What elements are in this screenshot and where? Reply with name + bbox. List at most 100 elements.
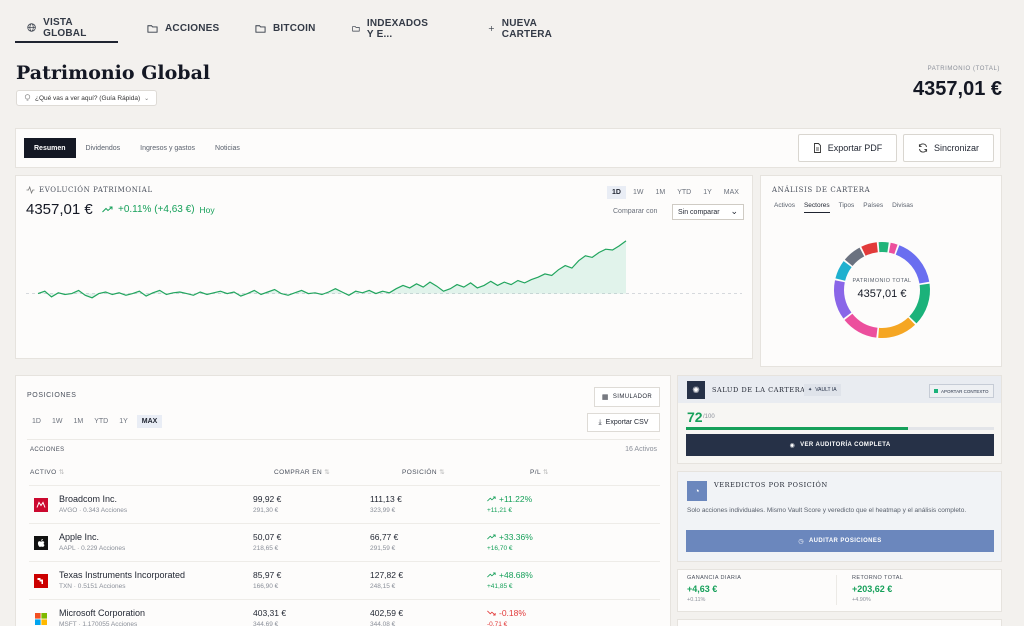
position-value: 66,77 € [370,532,399,542]
buy-price: 403,31 € [253,608,287,618]
buy-price: 85,97 € [253,570,282,580]
lightbulb-icon [24,94,31,101]
sort-icon: ⇅ [58,469,65,476]
donut-segment[interactable] [878,317,916,338]
pl-percent: +48.68% [487,570,533,580]
verdicts-card: ◔ VEREDICTOS POR POSICIÓN Solo acciones … [677,471,1002,562]
export-pdf-button[interactable]: Exportar PDF [798,134,897,162]
quick-guide-dropdown[interactable]: ¿Qué vas a ver aquí? (Guía Rápida) ⌄ [16,90,158,106]
add-context-label: APORTAR CONTEXTO [941,388,989,394]
divider [836,575,837,605]
pl-percent: -0.18% [487,608,526,618]
simulator-button[interactable]: ▦ SIMULADOR [594,387,660,407]
export-csv-button[interactable]: ⤓ Exportar CSV [587,413,660,432]
position-value: 402,59 € [370,608,404,618]
donut-segment[interactable] [878,242,889,253]
pl-amount: +16,70 € [487,545,513,552]
range-1d[interactable]: 1D [607,186,626,199]
sync-button[interactable]: Sincronizar [903,134,994,162]
column-pl[interactable]: P/L ⇅ [530,468,549,476]
asset-name: Broadcom Inc. [59,494,118,504]
tab-divisas[interactable]: Divisas [892,202,913,213]
health-title: SALUD DE LA CARTERA [712,386,806,394]
portfolio-tabs: VISTA GLOBAL ACCIONES BITCOIN INDEXADOS … [15,14,552,43]
donut-segment[interactable] [844,313,878,338]
health-score-track [686,427,994,430]
tab-acciones[interactable]: ACCIONES [135,14,231,43]
verdicts-title: VEREDICTOS POR POSICIÓN [714,481,828,489]
positions-title: POSICIONES [27,392,77,399]
total-return-label: RETORNO TOTAL [852,575,904,581]
range-ytd[interactable]: YTD [670,186,696,199]
tab-label: VISTA GLOBAL [43,16,87,39]
trend-icon [487,494,496,504]
document-icon [813,143,821,153]
plus-icon [488,25,494,32]
table-row[interactable]: Microsoft Corporation MSFT · 1.170055 Acc… [29,599,660,626]
tab-sectores[interactable]: Sectores [803,202,830,213]
range-max[interactable]: MAX [136,415,163,428]
range-1y[interactable]: 1Y [696,186,717,199]
export-pdf-label: Exportar PDF [827,143,883,153]
trend-icon [487,532,496,542]
tab-activos[interactable]: Activos [774,202,795,213]
compare-select[interactable]: Sin comparar ⌄ [672,204,744,220]
donut-segment[interactable] [888,242,898,255]
page-title: Patrimonio Global [16,62,211,84]
full-audit-button[interactable]: ◉ VER AUDITORÍA COMPLETA [686,434,994,456]
daily-gain-value: +4,63 € [687,584,718,594]
tab-noticias[interactable]: Noticias [205,138,250,158]
table-row[interactable]: Apple Inc. AAPL · 0.229 Acciones 50,07 € 21… [29,523,660,561]
tab-tipos[interactable]: Tipos [839,202,855,213]
column-comprar-en[interactable]: COMPRAR EN ⇅ [274,468,330,476]
audit-positions-button[interactable]: ◷ AUDITAR POSICIONES [686,530,994,552]
daily-gain-label: GANANCIA DIARIA [687,575,742,581]
pl-percent-value: +33.36% [499,532,533,542]
range-1w[interactable]: 1W [46,415,68,428]
pl-amount: +11,21 € [487,507,513,514]
vault-icon: ✺ [687,381,705,399]
tab-ingresos-gastos[interactable]: Ingresos y gastos [130,138,205,158]
total-label: PATRIMONIO (TOTAL) [927,66,1000,72]
range-1y[interactable]: 1Y [113,415,133,428]
target-icon: ◉ [789,442,796,449]
tab-bitcoin[interactable]: BITCOIN [243,14,328,43]
column-activo[interactable]: ACTIVO ⇅ [30,468,65,476]
table-row[interactable]: Broadcom Inc. AVGO · 0.343 Acciones 99,92 … [29,485,660,523]
tab-dividendos[interactable]: Dividendos [76,138,131,158]
tab-vista-global[interactable]: VISTA GLOBAL [15,14,118,43]
donut-segment[interactable] [861,242,878,256]
health-score-max: /100 [703,414,715,420]
range-1d[interactable]: 1D [27,415,46,428]
pl-percent-value: -0.18% [499,608,526,618]
tab-paises[interactable]: Países [863,202,883,213]
range-max[interactable]: MAX [717,186,744,199]
table-row[interactable]: Texas Instruments Incorporated TXN · 0.51… [29,561,660,599]
asset-name: Microsoft Corporation [59,608,146,618]
donut-center-value: 4357,01 € [857,288,907,300]
tab-resumen[interactable]: Resumen [24,138,76,158]
range-1m[interactable]: 1M [67,415,88,428]
pl-percent: +11.22% [487,494,532,504]
range-1w[interactable]: 1W [626,186,649,199]
range-1m[interactable]: 1M [648,186,670,199]
buy-price-sub: 166,90 € [253,583,279,590]
evolution-title: EVOLUCIÓN PATRIMONIAL [39,186,153,194]
sort-icon: ⇅ [542,469,549,476]
buy-price-sub: 291,30 € [253,507,279,514]
tab-indexados[interactable]: INDEXADOS Y E... [340,14,443,43]
folder-icon [147,25,158,33]
donut-segment[interactable] [844,247,865,266]
column-label: ACTIVO [30,469,57,476]
add-context-button[interactable]: APORTAR CONTEXTO [929,384,994,398]
total-return-value: +203,62 € [852,584,893,594]
tab-nueva-cartera[interactable]: NUEVA CARTERA [476,14,568,43]
position-value-sub: 291,59 € [370,545,396,552]
column-posicion[interactable]: POSICIÓN ⇅ [402,468,445,476]
pie-chart-icon: ◔ [687,481,707,501]
next-card [677,619,1002,626]
range-ytd[interactable]: YTD [88,415,113,428]
total-return-pct: +4.90% [852,597,871,603]
chevron-down-icon: ⌄ [730,206,738,216]
evolution-range-selector: 1D 1W 1M YTD 1Y MAX [607,186,744,199]
